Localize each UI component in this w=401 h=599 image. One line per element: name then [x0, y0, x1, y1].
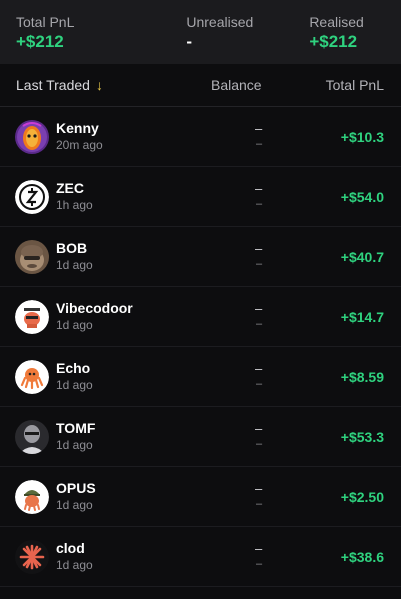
positions-list: Kenny 20m ago – – +$10.3 ZEC 1h ago – – … [0, 107, 401, 587]
pnl-value: +$54.0 [340, 189, 384, 205]
table-row[interactable]: Kenny 20m ago – – +$10.3 [0, 107, 401, 167]
token-name: clod [56, 540, 85, 556]
kenny-avatar-icon [15, 120, 49, 154]
pnl-value: +$38.6 [340, 549, 384, 565]
realised-value: +$212 [309, 32, 358, 51]
token-name: BOB [56, 240, 88, 256]
balance-sub-value: – [256, 318, 263, 330]
zec-logo-icon [15, 180, 49, 214]
table-row[interactable]: ZEC 1h ago – – +$54.0 [0, 167, 401, 227]
token-name: OPUS [56, 480, 96, 496]
realised-label: Realised [309, 14, 364, 30]
last-traded-time: 20m ago [56, 138, 103, 152]
balance-sub-value: – [256, 498, 263, 510]
last-traded-time: 1d ago [56, 558, 93, 572]
total-pnl-label: Total PnL [16, 14, 75, 30]
last-traded-time: 1d ago [56, 498, 93, 512]
echo-avatar-icon [15, 360, 49, 394]
balance-value: – [255, 481, 263, 496]
balance-sub-value: – [256, 438, 263, 450]
opus-avatar-icon [15, 480, 49, 514]
table-row[interactable]: Echo 1d ago – – +$8.59 [0, 347, 401, 407]
bob-avatar-icon [15, 240, 49, 274]
pnl-value: +$8.59 [340, 369, 384, 385]
realised-stat: Realised +$212 [309, 14, 363, 52]
table-row[interactable]: clod 1d ago – – +$38.6 [0, 527, 401, 587]
arrow-down-icon: ↓ [95, 77, 103, 93]
pnl-value: +$53.3 [340, 429, 384, 445]
balance-value: – [255, 121, 263, 136]
pnl-value: +$2.50 [340, 489, 384, 505]
balance-value: – [255, 361, 263, 376]
clod-avatar-icon [15, 540, 49, 574]
last-traded-time: 1d ago [56, 318, 93, 332]
pnl-summary-bar: Total PnL +$212 Unrealised - Realised +$… [0, 0, 401, 64]
balance-column-header[interactable]: Balance [211, 77, 262, 93]
token-name: TOMF [56, 420, 96, 436]
balance-sub-value: – [256, 258, 263, 270]
balance-value: – [255, 181, 263, 196]
last-traded-time: 1d ago [56, 438, 93, 452]
unrealised-stat: Unrealised - [186, 14, 253, 52]
last-traded-time: 1d ago [56, 258, 93, 272]
balance-sub-value: – [256, 138, 263, 150]
total-pnl-value: +$212 [16, 32, 64, 51]
unrealised-value: - [186, 32, 193, 51]
last-traded-time: 1h ago [56, 198, 93, 212]
balance-value: – [255, 301, 263, 316]
balance-sub-value: – [256, 558, 263, 570]
table-row[interactable]: BOB 1d ago – – +$40.7 [0, 227, 401, 287]
balance-value: – [255, 241, 263, 256]
total-pnl-stat: Total PnL +$212 [16, 14, 74, 52]
token-name: ZEC [56, 180, 84, 196]
token-name: Kenny [56, 120, 99, 136]
token-name: Vibecodoor [56, 300, 133, 316]
pnl-value: +$40.7 [340, 249, 384, 265]
sort-last-traded[interactable]: Last Traded ↓ [16, 77, 103, 93]
tomf-avatar-icon [15, 420, 49, 454]
balance-value: – [255, 421, 263, 436]
balance-value: – [255, 541, 263, 556]
unrealised-label: Unrealised [186, 14, 254, 30]
last-traded-label: Last Traded [16, 77, 90, 93]
vibecodoor-avatar-icon [15, 300, 49, 334]
token-name: Echo [56, 360, 91, 376]
last-traded-time: 1d ago [56, 378, 93, 392]
balance-sub-value: – [256, 378, 263, 390]
table-row[interactable]: OPUS 1d ago – – +$2.50 [0, 467, 401, 527]
pnl-value: +$14.7 [340, 309, 384, 325]
table-row[interactable]: TOMF 1d ago – – +$53.3 [0, 407, 401, 467]
pnl-value: +$10.3 [340, 129, 384, 145]
table-row[interactable]: Vibecodoor 1d ago – – +$14.7 [0, 287, 401, 347]
total-pnl-column-header[interactable]: Total PnL [326, 77, 384, 93]
balance-sub-value: – [256, 198, 263, 210]
positions-table-header: Last Traded ↓ Balance Total PnL [0, 64, 401, 107]
